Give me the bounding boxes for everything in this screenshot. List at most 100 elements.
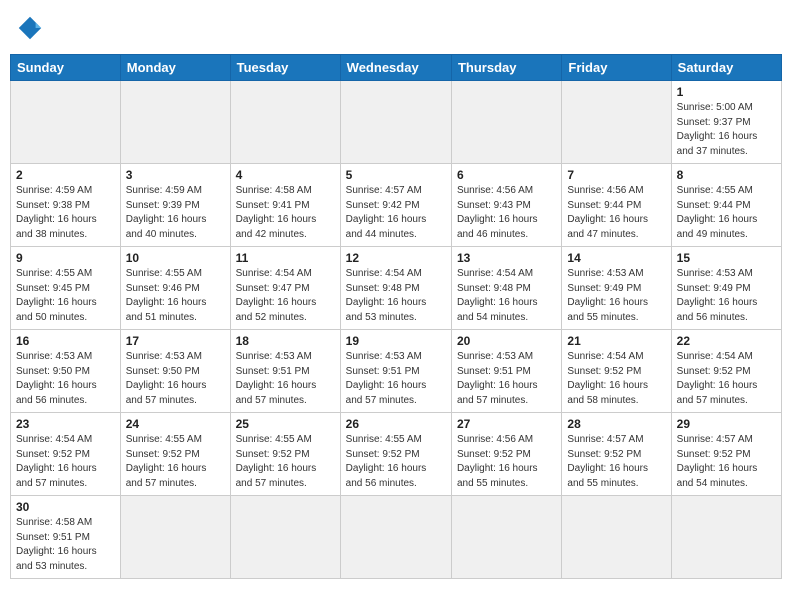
- header: [10, 10, 782, 46]
- day-info: Sunrise: 4:55 AM Sunset: 9:45 PM Dayligh…: [16, 267, 115, 325]
- day-info: Sunrise: 4:54 AM Sunset: 9:52 PM Dayligh…: [677, 350, 776, 408]
- calendar-day-cell: [340, 496, 451, 579]
- day-number: 8: [677, 168, 776, 182]
- calendar-week-row: 30 Sunrise: 4:58 AM Sunset: 9:51 PM Dayli…: [11, 496, 782, 579]
- calendar-day-cell: 14 Sunrise: 4:53 AM Sunset: 9:49 PM Dayli…: [562, 247, 671, 330]
- calendar-day-cell: 2 Sunrise: 4:59 AM Sunset: 9:38 PM Daylig…: [11, 164, 121, 247]
- day-info: Sunrise: 4:54 AM Sunset: 9:48 PM Dayligh…: [457, 267, 556, 325]
- calendar-day-cell: 1Sunrise: 5:00 AM Sunset: 9:37 PM Daylig…: [671, 81, 781, 164]
- calendar-day-cell: 21 Sunrise: 4:54 AM Sunset: 9:52 PM Dayli…: [562, 330, 671, 413]
- calendar-day-cell: 28 Sunrise: 4:57 AM Sunset: 9:52 PM Dayli…: [562, 413, 671, 496]
- calendar-day-cell: 15Sunrise: 4:53 AM Sunset: 9:49 PM Dayli…: [671, 247, 781, 330]
- calendar-day-cell: [451, 81, 561, 164]
- calendar-week-row: 1Sunrise: 5:00 AM Sunset: 9:37 PM Daylig…: [11, 81, 782, 164]
- day-number: 24: [126, 417, 225, 431]
- day-number: 11: [236, 251, 335, 265]
- day-number: 30: [16, 500, 115, 514]
- calendar-day-cell: 3Sunrise: 4:59 AM Sunset: 9:39 PM Daylig…: [120, 164, 230, 247]
- day-info: Sunrise: 4:54 AM Sunset: 9:48 PM Dayligh…: [346, 267, 446, 325]
- calendar-week-row: 16 Sunrise: 4:53 AM Sunset: 9:50 PM Dayli…: [11, 330, 782, 413]
- day-number: 4: [236, 168, 335, 182]
- calendar-day-cell: 9 Sunrise: 4:55 AM Sunset: 9:45 PM Daylig…: [11, 247, 121, 330]
- day-number: 9: [16, 251, 115, 265]
- day-info: Sunrise: 4:54 AM Sunset: 9:47 PM Dayligh…: [236, 267, 335, 325]
- day-number: 28: [567, 417, 665, 431]
- calendar-day-cell: 29Sunrise: 4:57 AM Sunset: 9:52 PM Dayli…: [671, 413, 781, 496]
- day-info: Sunrise: 4:53 AM Sunset: 9:49 PM Dayligh…: [677, 267, 776, 325]
- calendar-day-cell: [451, 496, 561, 579]
- day-number: 1: [677, 85, 776, 99]
- day-number: 5: [346, 168, 446, 182]
- calendar-day-cell: 24 Sunrise: 4:55 AM Sunset: 9:52 PM Dayli…: [120, 413, 230, 496]
- calendar-day-cell: 16 Sunrise: 4:53 AM Sunset: 9:50 PM Dayli…: [11, 330, 121, 413]
- day-info: Sunrise: 4:55 AM Sunset: 9:52 PM Dayligh…: [346, 433, 446, 491]
- day-info: Sunrise: 4:55 AM Sunset: 9:44 PM Dayligh…: [677, 184, 776, 242]
- day-info: Sunrise: 4:58 AM Sunset: 9:51 PM Dayligh…: [16, 516, 115, 574]
- weekday-header-monday: Monday: [120, 55, 230, 81]
- day-number: 16: [16, 334, 115, 348]
- weekday-header-friday: Friday: [562, 55, 671, 81]
- logo: [16, 14, 48, 42]
- day-number: 2: [16, 168, 115, 182]
- day-info: Sunrise: 4:58 AM Sunset: 9:41 PM Dayligh…: [236, 184, 335, 242]
- day-number: 10: [126, 251, 225, 265]
- day-info: Sunrise: 4:53 AM Sunset: 9:49 PM Dayligh…: [567, 267, 665, 325]
- calendar-week-row: 9 Sunrise: 4:55 AM Sunset: 9:45 PM Daylig…: [11, 247, 782, 330]
- calendar-day-cell: [11, 81, 121, 164]
- calendar-day-cell: 17 Sunrise: 4:53 AM Sunset: 9:50 PM Dayli…: [120, 330, 230, 413]
- day-info: Sunrise: 4:54 AM Sunset: 9:52 PM Dayligh…: [567, 350, 665, 408]
- weekday-header-sunday: Sunday: [11, 55, 121, 81]
- logo-icon: [16, 14, 44, 42]
- day-number: 17: [126, 334, 225, 348]
- weekday-header-tuesday: Tuesday: [230, 55, 340, 81]
- calendar-day-cell: 13 Sunrise: 4:54 AM Sunset: 9:48 PM Dayli…: [451, 247, 561, 330]
- calendar-day-cell: [120, 81, 230, 164]
- calendar-day-cell: 25Sunrise: 4:55 AM Sunset: 9:52 PM Dayli…: [230, 413, 340, 496]
- calendar-day-cell: 6 Sunrise: 4:56 AM Sunset: 9:43 PM Daylig…: [451, 164, 561, 247]
- calendar-week-row: 23Sunrise: 4:54 AM Sunset: 9:52 PM Dayli…: [11, 413, 782, 496]
- day-number: 6: [457, 168, 556, 182]
- calendar-day-cell: 12 Sunrise: 4:54 AM Sunset: 9:48 PM Dayli…: [340, 247, 451, 330]
- day-number: 12: [346, 251, 446, 265]
- day-info: Sunrise: 4:53 AM Sunset: 9:50 PM Dayligh…: [16, 350, 115, 408]
- day-info: Sunrise: 4:55 AM Sunset: 9:52 PM Dayligh…: [126, 433, 225, 491]
- day-info: Sunrise: 4:53 AM Sunset: 9:50 PM Dayligh…: [126, 350, 225, 408]
- calendar-day-cell: 23Sunrise: 4:54 AM Sunset: 9:52 PM Dayli…: [11, 413, 121, 496]
- day-number: 3: [126, 168, 225, 182]
- calendar-day-cell: 7Sunrise: 4:56 AM Sunset: 9:44 PM Daylig…: [562, 164, 671, 247]
- day-info: Sunrise: 4:57 AM Sunset: 9:52 PM Dayligh…: [567, 433, 665, 491]
- day-number: 23: [16, 417, 115, 431]
- calendar-table: SundayMondayTuesdayWednesdayThursdayFrid…: [10, 54, 782, 579]
- day-number: 13: [457, 251, 556, 265]
- calendar-day-cell: 11 Sunrise: 4:54 AM Sunset: 9:47 PM Dayli…: [230, 247, 340, 330]
- day-number: 27: [457, 417, 556, 431]
- calendar-day-cell: 5 Sunrise: 4:57 AM Sunset: 9:42 PM Daylig…: [340, 164, 451, 247]
- day-info: Sunrise: 4:53 AM Sunset: 9:51 PM Dayligh…: [346, 350, 446, 408]
- day-info: Sunrise: 4:55 AM Sunset: 9:46 PM Dayligh…: [126, 267, 225, 325]
- day-info: Sunrise: 4:57 AM Sunset: 9:42 PM Dayligh…: [346, 184, 446, 242]
- calendar-day-cell: 20 Sunrise: 4:53 AM Sunset: 9:51 PM Dayli…: [451, 330, 561, 413]
- day-info: Sunrise: 4:53 AM Sunset: 9:51 PM Dayligh…: [457, 350, 556, 408]
- day-number: 20: [457, 334, 556, 348]
- calendar-week-row: 2 Sunrise: 4:59 AM Sunset: 9:38 PM Daylig…: [11, 164, 782, 247]
- day-number: 25: [236, 417, 335, 431]
- weekday-header-wednesday: Wednesday: [340, 55, 451, 81]
- calendar-day-cell: 30 Sunrise: 4:58 AM Sunset: 9:51 PM Dayli…: [11, 496, 121, 579]
- day-number: 7: [567, 168, 665, 182]
- calendar-day-cell: [671, 496, 781, 579]
- calendar-day-cell: [562, 81, 671, 164]
- weekday-header-thursday: Thursday: [451, 55, 561, 81]
- day-number: 22: [677, 334, 776, 348]
- day-number: 21: [567, 334, 665, 348]
- calendar-day-cell: [230, 81, 340, 164]
- calendar-day-cell: 18Sunrise: 4:53 AM Sunset: 9:51 PM Dayli…: [230, 330, 340, 413]
- day-number: 14: [567, 251, 665, 265]
- calendar-day-cell: 22 Sunrise: 4:54 AM Sunset: 9:52 PM Dayli…: [671, 330, 781, 413]
- day-number: 18: [236, 334, 335, 348]
- day-info: Sunrise: 4:56 AM Sunset: 9:52 PM Dayligh…: [457, 433, 556, 491]
- calendar-day-cell: 10 Sunrise: 4:55 AM Sunset: 9:46 PM Dayli…: [120, 247, 230, 330]
- calendar-day-cell: 19Sunrise: 4:53 AM Sunset: 9:51 PM Dayli…: [340, 330, 451, 413]
- calendar-day-cell: [230, 496, 340, 579]
- day-info: Sunrise: 4:56 AM Sunset: 9:43 PM Dayligh…: [457, 184, 556, 242]
- day-info: Sunrise: 4:59 AM Sunset: 9:38 PM Dayligh…: [16, 184, 115, 242]
